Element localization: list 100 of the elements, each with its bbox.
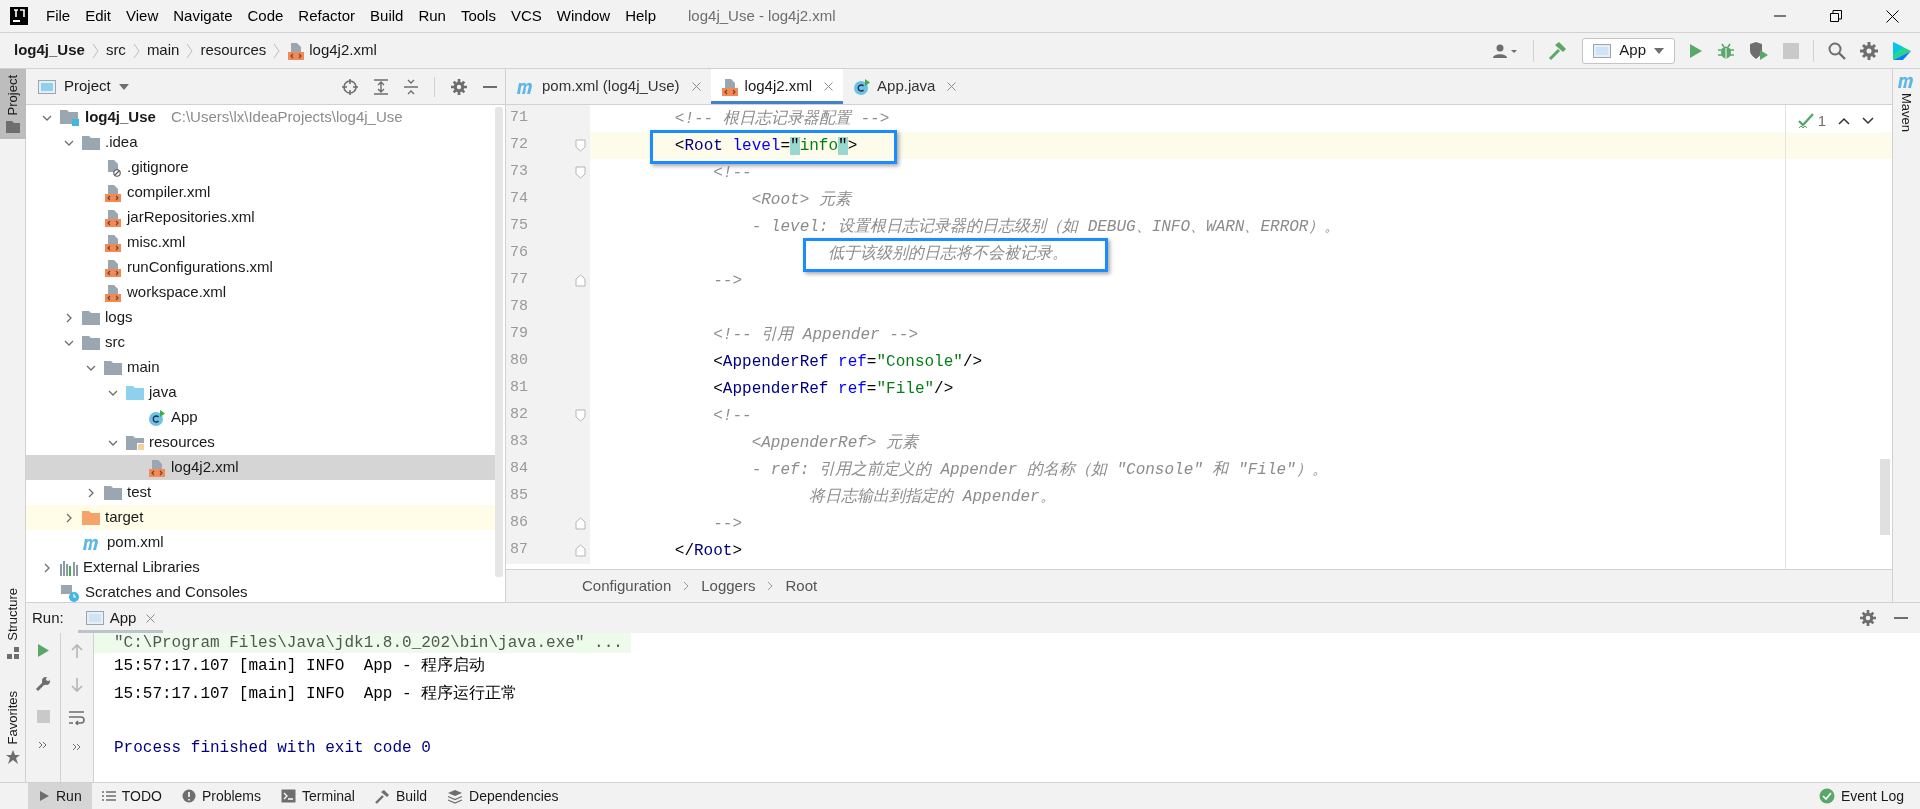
tree-item[interactable]: pom.xml: [26, 530, 495, 555]
arrow-up-icon: [71, 643, 83, 659]
menu-item[interactable]: Run: [418, 4, 446, 28]
tool-window-tab[interactable]: Favorites: [0, 684, 26, 770]
tool-window-tab[interactable]: Structure: [0, 581, 26, 665]
menu-item[interactable]: Tools: [460, 4, 496, 28]
menu-item[interactable]: Build: [370, 4, 404, 28]
class-icon: [853, 77, 872, 96]
editor-tab[interactable]: App.java: [843, 69, 967, 104]
tool-window-button[interactable]: Build: [364, 783, 438, 809]
inspection-widget[interactable]: 1: [1791, 110, 1880, 133]
scrollbar[interactable]: [1880, 459, 1890, 535]
xml-file-icon: [104, 183, 122, 202]
tool-window-button[interactable]: Problems: [171, 783, 272, 809]
tree-item[interactable]: runConfigurations.xml: [26, 255, 495, 280]
structure-icon: [6, 646, 19, 659]
tree-item[interactable]: App: [26, 405, 495, 430]
tree-item[interactable]: .idea: [26, 130, 495, 155]
settings-icon: [451, 78, 467, 95]
tool-window-button[interactable]: Terminal: [271, 783, 365, 809]
tool-window-tab[interactable]: Project: [0, 69, 26, 140]
line-number: 87: [510, 540, 528, 561]
menu-item[interactable]: Code: [247, 4, 284, 28]
soft-wrap-icon: [69, 711, 85, 725]
stop-icon: [36, 710, 50, 723]
breadcrumb-separator-icon: [91, 42, 99, 59]
console-line: Process finished with exit code 0: [114, 738, 432, 759]
app-logo-icon: [10, 7, 28, 25]
breadcrumb-item[interactable]: Loggers: [701, 574, 756, 598]
code-line: - level: 设置根日志记录器的日志级别（如 DEBUG、INFO、WARN、ERROR）。: [751, 217, 1341, 236]
chevron-down-icon: [1862, 117, 1874, 126]
menu-item[interactable]: File: [46, 4, 71, 28]
tree-item[interactable]: java: [26, 380, 495, 405]
window-icon: [1593, 43, 1612, 58]
restore-icon: [1830, 10, 1842, 22]
project-view-dropdown[interactable]: Project: [38, 75, 129, 98]
tree-item[interactable]: jarRepositories.xml: [26, 205, 495, 230]
console-line: 15:57:17.107 [main] INFO App - 程序启动: [114, 655, 487, 677]
tree-item[interactable]: main: [26, 355, 495, 380]
tree-item[interactable]: log4j_Use C:\Users\lx\IdeaProjects\log4j_Use: [26, 105, 495, 130]
tool-window-button[interactable]: Run: [28, 783, 92, 809]
window-icon: [85, 611, 104, 625]
fold-marker-icon: [575, 517, 586, 530]
run-config-dropdown[interactable]: App: [1582, 37, 1675, 64]
xml-file-icon: [104, 208, 122, 227]
tool-window-button[interactable]: Dependencies: [437, 783, 569, 809]
breadcrumb-item[interactable]: main: [146, 39, 180, 62]
search-icon: [1828, 41, 1846, 60]
menu-item[interactable]: Help: [625, 4, 657, 28]
code-text: >: [847, 136, 858, 155]
editor-tab[interactable]: pom.xml (log4j_Use): [506, 69, 711, 104]
tree-item[interactable]: Scratches and Consoles: [26, 580, 495, 602]
breadcrumb-item[interactable]: Configuration: [582, 574, 672, 598]
line-number: 82: [510, 405, 528, 426]
settings-icon: [1860, 610, 1876, 626]
user-icon: [1493, 42, 1520, 59]
menu-item[interactable]: Window: [556, 4, 611, 28]
line-number: 80: [510, 351, 528, 372]
tool-window-button[interactable]: TODO: [91, 783, 172, 809]
code-line: 低于该级别的日志将不会被记录。: [828, 244, 1069, 263]
tree-item[interactable]: resources: [26, 430, 495, 455]
tree-item[interactable]: compiler.xml: [26, 180, 495, 205]
tree-item[interactable]: logs: [26, 305, 495, 330]
tree-item[interactable]: workspace.xml: [26, 280, 495, 305]
code-line: <Root> 元素: [751, 190, 851, 209]
code-line: <AppenderRef> 元素: [751, 433, 919, 452]
menu-item[interactable]: Edit: [85, 4, 112, 28]
event-log-button[interactable]: Event Log: [1818, 783, 1904, 809]
breadcrumb-item[interactable]: src: [105, 39, 126, 62]
menu-item[interactable]: View: [126, 4, 159, 28]
code-line: <AppenderRef ref="File"/>: [713, 379, 954, 398]
event-log-icon: [1818, 788, 1835, 804]
tree-item[interactable]: External Libraries: [26, 555, 495, 580]
tree-item[interactable]: test: [26, 480, 495, 505]
breadcrumb-separator-icon: [273, 42, 281, 59]
project-path: C:\Users\lx\IdeaProjects\log4j_Use: [170, 107, 403, 128]
menu-item[interactable]: Refactor: [298, 4, 356, 28]
caret-icon: [1654, 47, 1664, 54]
breadcrumb-item[interactable]: log4j2.xml: [287, 39, 377, 62]
wrench-icon: [35, 676, 51, 692]
tree-item[interactable]: target: [26, 505, 495, 530]
breadcrumb-item[interactable]: resources: [200, 39, 267, 62]
code-line: - ref: 引用之前定义的 Appender 的名称（如 "Console" 和 "File"）。: [751, 460, 1328, 479]
more-icon: [38, 741, 48, 749]
bug-icon: [1717, 41, 1735, 60]
menu-item[interactable]: VCS: [510, 4, 542, 28]
menu-item[interactable]: Navigate: [173, 4, 233, 28]
scrollbar[interactable]: [495, 107, 503, 577]
tree-item[interactable]: .gitignore: [26, 155, 495, 180]
line-number: 78: [510, 297, 528, 318]
tree-item[interactable]: log4j2.xml: [26, 455, 495, 480]
tree-item[interactable]: src: [26, 330, 495, 355]
tool-window-tab[interactable]: Maven: [1896, 73, 1917, 133]
code-line: <!--: [713, 406, 752, 425]
line-number: 76: [510, 243, 528, 264]
tree-item[interactable]: misc.xml: [26, 230, 495, 255]
editor-tab[interactable]: log4j2.xml: [710, 69, 844, 104]
line-number: 84: [510, 459, 528, 480]
breadcrumb-item[interactable]: Root: [785, 574, 818, 598]
breadcrumb-item[interactable]: log4j_Use: [14, 39, 85, 62]
